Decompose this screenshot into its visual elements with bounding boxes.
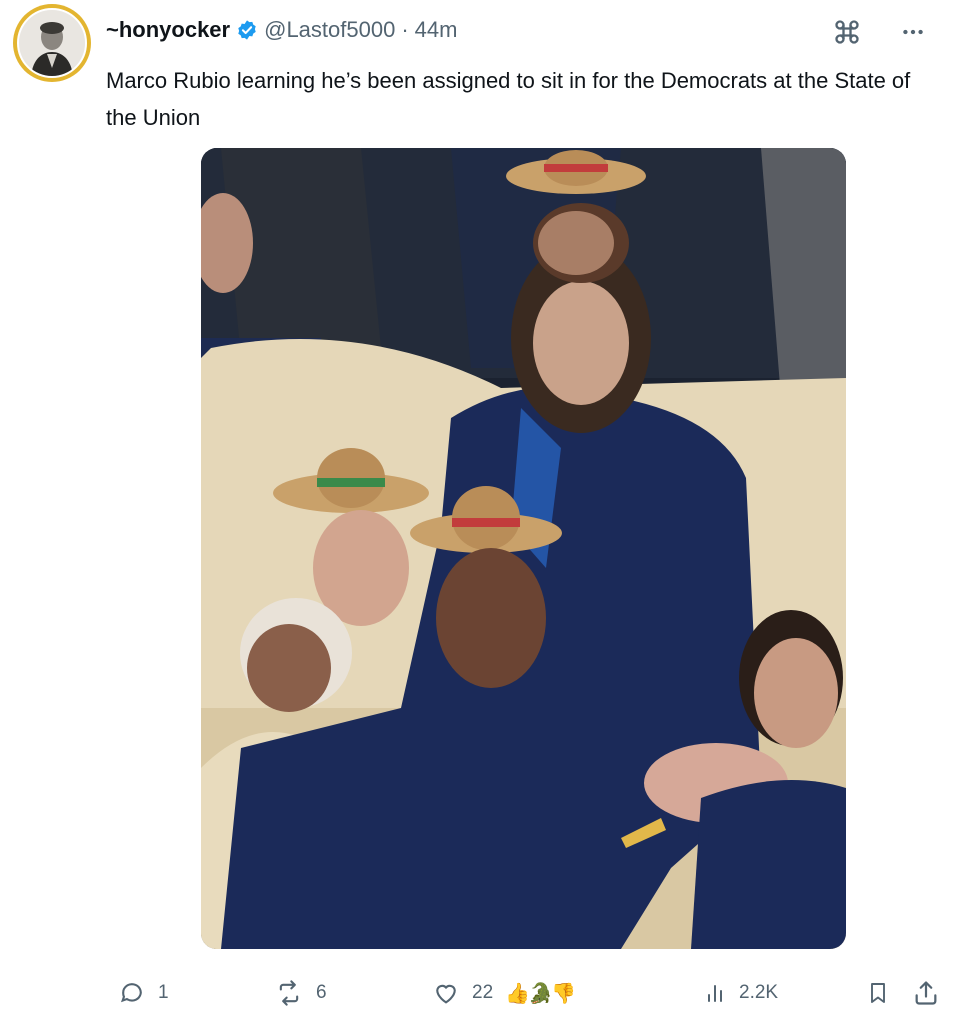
- avatar-portrait-icon: [19, 10, 85, 76]
- bookmark-icon: [871, 983, 885, 1003]
- reply-button[interactable]: 1: [118, 972, 169, 1014]
- meme-illustration: [201, 148, 846, 949]
- user-handle[interactable]: @Lastof5000: [264, 17, 395, 43]
- more-icon[interactable]: [899, 18, 927, 46]
- action-bar: 1 6 22 👍🐊👎 2.2K: [0, 972, 967, 1014]
- repost-button[interactable]: 6: [274, 972, 327, 1014]
- avatar[interactable]: [13, 4, 91, 82]
- view-count: 2.2K: [739, 982, 779, 1003]
- post-menu-icons: [833, 18, 927, 46]
- share-icon: [915, 981, 937, 1005]
- reaction-emojis[interactable]: 👍🐊👎: [505, 981, 576, 1006]
- heart-icon: [436, 984, 456, 1004]
- post-header: ~honyocker @Lastof5000 · 44m: [106, 14, 457, 46]
- like-count: 22: [472, 982, 494, 1003]
- post-time[interactable]: 44m: [415, 17, 458, 43]
- post-text: Marco Rubio learning he’s been assigned …: [106, 68, 911, 130]
- share-button[interactable]: [912, 972, 940, 1014]
- display-name[interactable]: ~honyocker: [106, 17, 230, 43]
- separator-dot: ·: [401, 17, 409, 42]
- like-button[interactable]: 22 👍🐊👎: [432, 972, 576, 1014]
- bookmark-button[interactable]: [866, 972, 890, 1014]
- reply-icon: [120, 983, 142, 1003]
- reply-count: 1: [158, 982, 169, 1003]
- post: ~honyocker @Lastof5000 · 44m Marco Rubio…: [0, 0, 967, 1024]
- views-icon: [708, 985, 722, 1002]
- avatar-image: [17, 8, 87, 78]
- command-icon[interactable]: [833, 18, 861, 46]
- post-image[interactable]: [201, 148, 846, 949]
- verified-badge-icon: [236, 19, 258, 41]
- repost-count: 6: [316, 982, 327, 1003]
- views-button[interactable]: 2.2K: [703, 972, 778, 1014]
- repost-icon: [279, 980, 299, 1006]
